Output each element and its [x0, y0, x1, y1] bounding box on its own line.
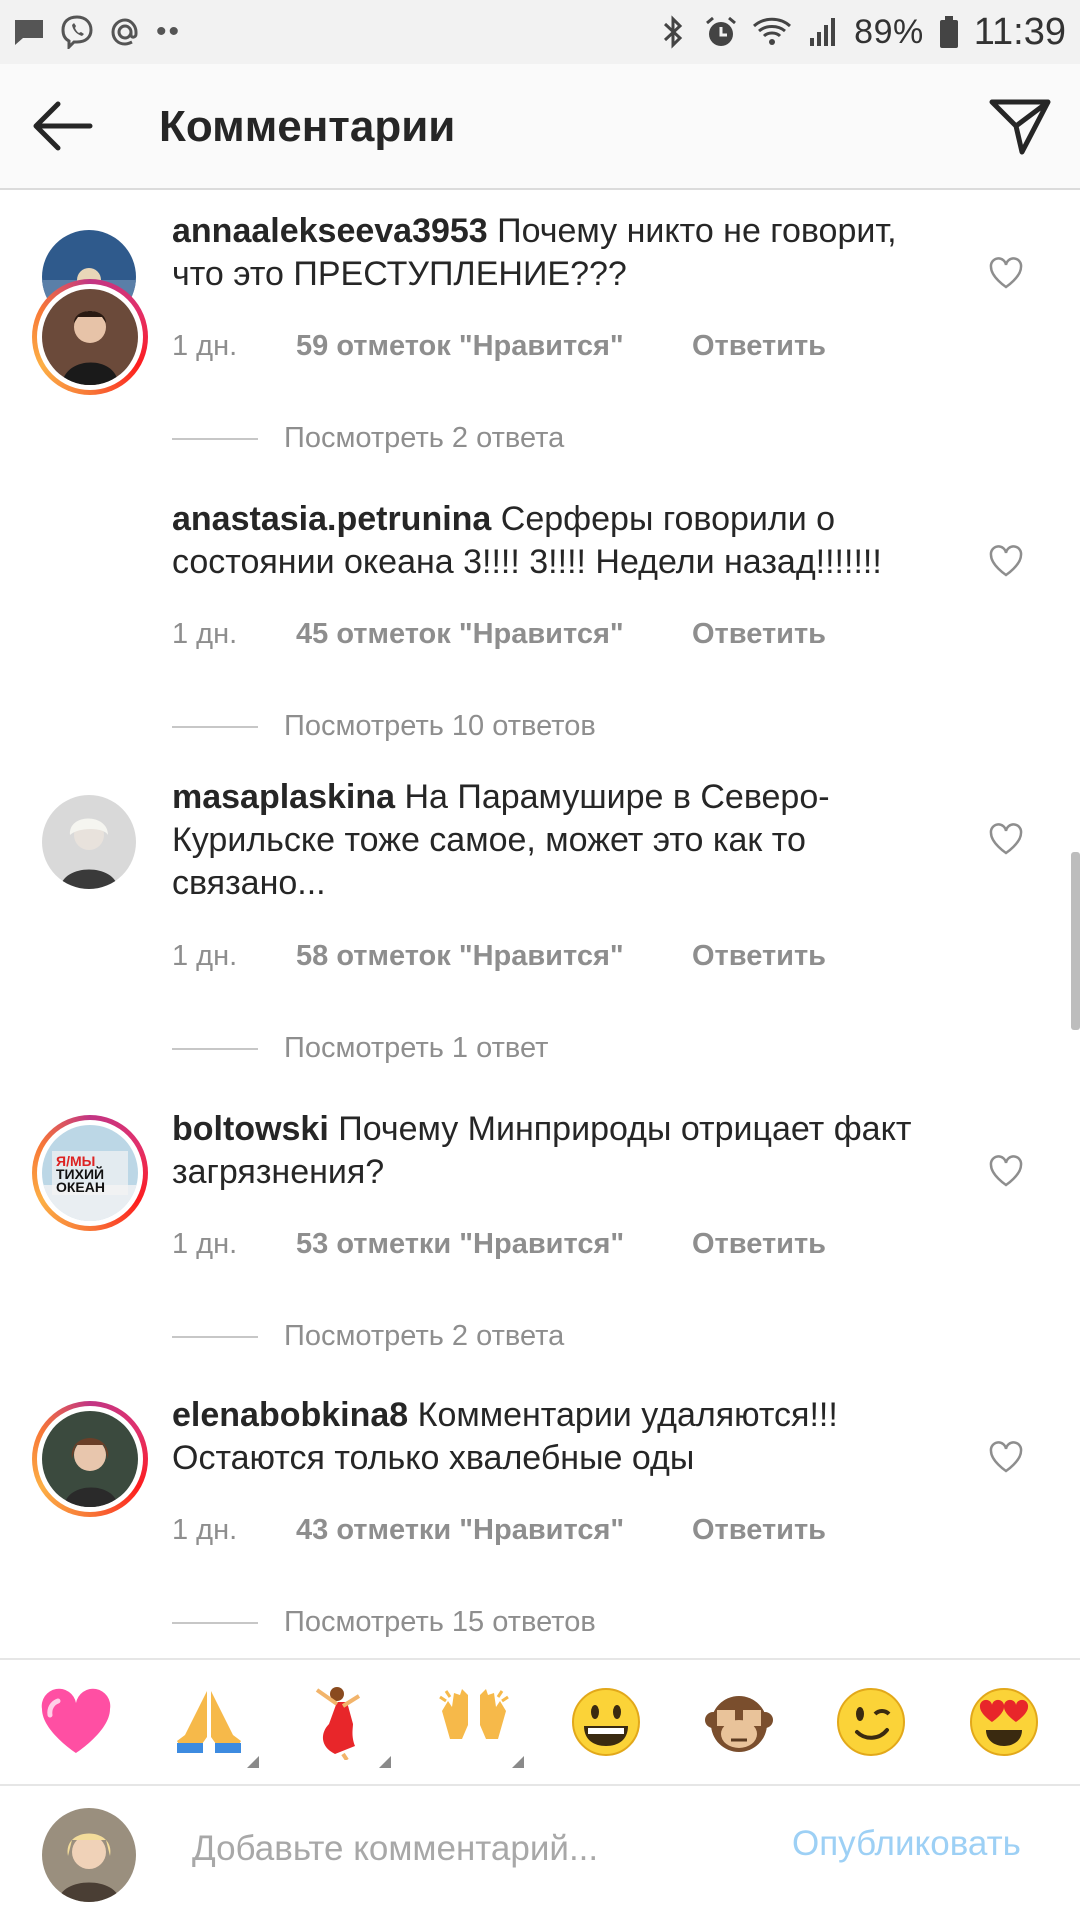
replies-divider [172, 1621, 258, 1624]
comment-meta: 1 дн. 43 отметки "Нравится" Ответить [172, 1514, 826, 1547]
comment-meta: 1 дн. 53 отметки "Нравится" Ответить [172, 1228, 826, 1261]
comments-list[interactable]: annaalekseeva3953 Почему никто не говори… [0, 190, 1080, 1658]
reply-button[interactable]: Ответить [692, 618, 826, 651]
current-user-avatar [42, 1808, 136, 1902]
raising-hands-emoji[interactable] [434, 1682, 524, 1768]
scrollbar-thumb[interactable] [1071, 852, 1080, 1030]
comment-composer: Опубликовать [0, 1786, 1080, 1920]
status-bar-right: 89% 11:39 [656, 11, 1066, 54]
comment-username[interactable]: masaplaskina [172, 778, 395, 816]
publish-button[interactable]: Опубликовать [792, 1824, 1021, 1864]
folded-hands-emoji[interactable] [169, 1682, 259, 1768]
comment-username[interactable]: boltowski [172, 1110, 329, 1148]
battery-icon [938, 15, 960, 49]
heart-eyes-emoji[interactable] [964, 1682, 1044, 1762]
comment-body: masaplaskina На Парамушире в Северо-Кури… [172, 776, 952, 905]
comment-likes[interactable]: 45 отметок "Нравится" [296, 618, 692, 651]
view-replies[interactable]: Посмотреть 2 ответа [172, 1320, 564, 1353]
back-button[interactable] [28, 96, 94, 156]
variants-indicator [246, 1756, 259, 1768]
comment-time: 1 дн. [172, 618, 238, 650]
avatar[interactable] [32, 1401, 148, 1517]
winking-face-emoji[interactable] [831, 1682, 911, 1762]
more-dots-icon: •• [156, 15, 182, 48]
back-arrow-icon [33, 101, 93, 151]
battery-percent: 89% [854, 12, 924, 51]
alarm-icon [704, 15, 738, 49]
replies-divider [172, 1335, 258, 1338]
avatar[interactable] [42, 795, 136, 889]
avatar[interactable]: Я/МЫ ТИХИЙ ОКЕАН [32, 1115, 148, 1231]
view-replies-label[interactable]: Посмотреть 10 ответов [284, 710, 596, 743]
see-no-evil-monkey-emoji[interactable] [699, 1682, 779, 1762]
grinning-face-emoji[interactable] [566, 1682, 646, 1762]
avatar-caption-line: ОКЕАН [56, 1179, 105, 1195]
comment-username[interactable]: annaalekseeva3953 [172, 212, 488, 250]
like-heart-icon[interactable] [988, 1440, 1024, 1474]
dancer-emoji[interactable] [301, 1682, 392, 1768]
reply-button[interactable]: Ответить [692, 940, 826, 973]
comment-likes[interactable]: 59 отметок "Нравится" [296, 330, 692, 363]
view-replies[interactable]: Посмотреть 10 ответов [172, 710, 596, 743]
emoji-bar [0, 1658, 1080, 1786]
signal-icon [806, 15, 840, 49]
view-replies[interactable]: Посмотреть 2 ответа [172, 422, 564, 455]
reply-button[interactable]: Ответить [692, 1514, 826, 1547]
view-replies-label[interactable]: Посмотреть 2 ответа [284, 422, 564, 455]
comment-time: 1 дн. [172, 330, 238, 362]
status-bar: •• 89% 11:39 [0, 0, 1080, 64]
viber-icon [60, 15, 94, 49]
app-header: Комментарии [0, 64, 1080, 190]
comment-body: annaalekseeva3953 Почему никто не говори… [172, 210, 952, 296]
replies-divider [172, 1047, 258, 1050]
paper-plane-icon [989, 99, 1051, 155]
view-replies-label[interactable]: Посмотреть 2 ответа [284, 1320, 564, 1353]
like-heart-icon[interactable] [988, 544, 1024, 578]
comment-body: elenabobkina8 Комментарии удаляются!!! О… [172, 1394, 952, 1480]
like-heart-icon[interactable] [988, 822, 1024, 856]
avatar[interactable] [32, 279, 148, 395]
comment-input[interactable] [190, 1818, 754, 1880]
reply-button[interactable]: Ответить [692, 330, 826, 363]
comment-meta: 1 дн. 45 отметок "Нравится" Ответить [172, 618, 826, 651]
variants-indicator [379, 1756, 392, 1768]
like-heart-icon[interactable] [988, 1154, 1024, 1188]
comment-username[interactable]: elenabobkina8 [172, 1396, 408, 1434]
status-bar-left: •• [12, 15, 181, 49]
replies-divider [172, 437, 258, 440]
variants-indicator [511, 1756, 524, 1768]
clock: 11:39 [973, 10, 1066, 53]
share-button[interactable] [988, 94, 1052, 158]
view-replies-label[interactable]: Посмотреть 15 ответов [284, 1606, 596, 1639]
bluetooth-icon [656, 15, 690, 49]
pink-heart-emoji[interactable] [36, 1682, 116, 1762]
like-heart-icon[interactable] [988, 256, 1024, 290]
at-icon [108, 15, 142, 49]
comment-time: 1 дн. [172, 1228, 238, 1260]
comment-meta: 1 дн. 59 отметок "Нравится" Ответить [172, 330, 826, 363]
comment-meta: 1 дн. 58 отметок "Нравится" Ответить [172, 940, 826, 973]
comment-time: 1 дн. [172, 940, 238, 972]
replies-divider [172, 725, 258, 728]
comment-likes[interactable]: 43 отметки "Нравится" [296, 1514, 692, 1547]
comment-time: 1 дн. [172, 1514, 238, 1546]
comment-likes[interactable]: 58 отметок "Нравится" [296, 940, 692, 973]
avatar-caption: Я/МЫ ТИХИЙ ОКЕАН [56, 1154, 126, 1195]
comment-body: anastasia.petrunina Серферы говорили о с… [172, 498, 952, 584]
reply-button[interactable]: Ответить [692, 1228, 826, 1261]
view-replies[interactable]: Посмотреть 15 ответов [172, 1606, 596, 1639]
comment-username[interactable]: anastasia.petrunina [172, 500, 491, 538]
comment-likes[interactable]: 53 отметки "Нравится" [296, 1228, 692, 1261]
view-replies[interactable]: Посмотреть 1 ответ [172, 1032, 548, 1065]
chat-bubble-icon [12, 15, 46, 49]
page-title: Комментарии [159, 102, 456, 151]
view-replies-label[interactable]: Посмотреть 1 ответ [284, 1032, 548, 1065]
wifi-icon [752, 15, 792, 49]
comment-body: boltowski Почему Минприроды отрицает фак… [172, 1108, 952, 1194]
